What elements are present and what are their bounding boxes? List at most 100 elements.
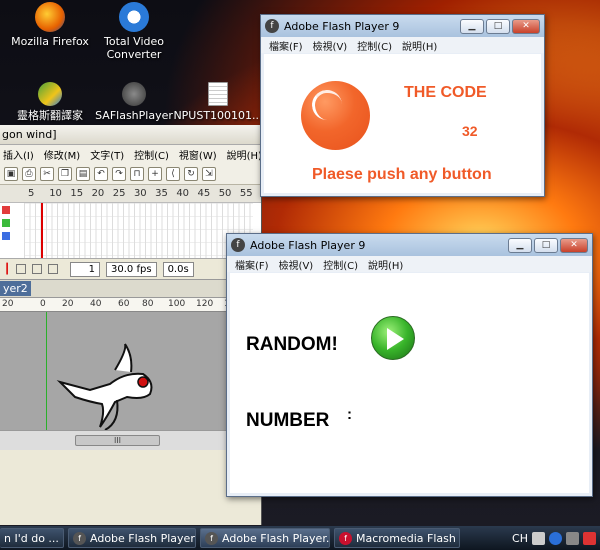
scrollbar-thumb[interactable]: III: [75, 435, 160, 446]
menu-insert[interactable]: 插入(I): [0, 147, 37, 162]
menu-help[interactable]: 說明(H): [368, 257, 403, 272]
system-tray: CH: [512, 531, 600, 545]
orange-ball-button[interactable]: [301, 81, 370, 150]
desktop-icon-total-video-converter[interactable]: Total Video Converter: [86, 2, 182, 61]
desktop-icon-label: Total Video Converter: [103, 35, 164, 61]
rotate-icon[interactable]: ↻: [184, 166, 198, 181]
scale-icon[interactable]: ⇲: [202, 166, 216, 181]
maximize-button[interactable]: □: [486, 18, 510, 34]
taskbar-item[interactable]: n I'd do ...: [0, 528, 64, 548]
taskbar-item-label: n I'd do ...: [4, 531, 59, 545]
menu-view[interactable]: 檢視(V): [313, 38, 348, 53]
stage[interactable]: III: [0, 312, 261, 450]
keyboard-icon[interactable]: [532, 531, 545, 545]
number-separator: :: [347, 406, 352, 423]
minimize-button[interactable]: ▁: [508, 237, 532, 253]
window-title: Adobe Flash Player 9: [250, 238, 366, 252]
desktop-icon-label: NPUST100101...: [173, 109, 263, 122]
timeline-tick: 45: [197, 188, 211, 199]
minimize-button[interactable]: ▁: [460, 18, 484, 34]
print-icon[interactable]: ⎙: [22, 166, 36, 181]
close-button[interactable]: ✕: [560, 237, 588, 253]
menu-control[interactable]: 控制(C): [131, 147, 172, 162]
flash-content: RANDOM! NUMBER :: [230, 273, 589, 493]
elapsed-time: 0.0s: [162, 261, 194, 277]
timeline-ruler: 5 10 15 20 25 30 35 40 45 50 55: [0, 185, 261, 203]
code-value: 32: [462, 123, 478, 139]
layer-marker[interactable]: [2, 206, 10, 214]
layer-marker[interactable]: [2, 232, 10, 240]
playhead-icon: ┃: [4, 263, 11, 275]
timeline-tick: 40: [176, 188, 190, 199]
flash-player-icon: f: [205, 531, 218, 545]
desktop-icon-saflashplayer[interactable]: SAFlashPlayer: [86, 82, 182, 122]
menu-view[interactable]: 檢視(V): [279, 257, 314, 272]
copy-icon[interactable]: ❐: [58, 166, 72, 181]
save-icon[interactable]: ▣: [4, 166, 18, 181]
menu-text[interactable]: 文字(T): [87, 147, 127, 162]
macromedia-flash-icon: f: [339, 531, 352, 545]
menu-file[interactable]: 檔案(F): [269, 38, 303, 53]
play-button[interactable]: [371, 316, 415, 360]
dragon-character[interactable]: [55, 342, 175, 432]
desktop-icon-lingoes[interactable]: 靈格斯翻譯家: [2, 82, 98, 122]
snap-icon[interactable]: ⊓: [130, 166, 144, 181]
language-indicator[interactable]: CH: [512, 532, 528, 545]
menu-window[interactable]: 視窗(W): [176, 147, 220, 162]
toolbar: ▣ ⎙ ✂ ❐ ▤ ↶ ↷ ⊓ + ⟨ ↻ ⇲: [0, 163, 261, 185]
menu-modify[interactable]: 修改(M): [41, 147, 83, 162]
taskbar-item-flash-player[interactable]: f Adobe Flash Player...: [68, 528, 196, 548]
ruler-tick: 80: [142, 299, 154, 309]
taskbar-item-macromedia-flash[interactable]: f Macromedia Flash ...: [334, 528, 460, 548]
ruler-tick: 100: [168, 299, 186, 309]
menu-help[interactable]: 說明(H): [224, 147, 261, 162]
flash-logo-icon: f: [265, 19, 279, 33]
prompt-text: Plaese push any button: [312, 166, 492, 183]
flash-player-window-code: f Adobe Flash Player 9 ▁ □ ✕ 檔案(F) 檢視(V)…: [260, 14, 545, 197]
menu-help[interactable]: 說明(H): [402, 38, 437, 53]
close-button[interactable]: ✕: [512, 18, 540, 34]
scene-name[interactable]: yer2: [0, 281, 31, 296]
stage-ruler: 20 0 20 40 60 80 100 120 140: [0, 298, 261, 312]
timeline-tick: 15: [70, 188, 84, 199]
timeline-tick: 10: [49, 188, 62, 199]
timeline-tick: 20: [91, 188, 105, 199]
code-label: THE CODE: [404, 84, 487, 101]
desktop-icon-npust-document[interactable]: NPUST100101...: [170, 82, 266, 122]
menu-control[interactable]: 控制(C): [323, 257, 358, 272]
scene-bar: yer2: [0, 280, 261, 298]
random-label: RANDOM!: [246, 334, 338, 355]
undo-icon[interactable]: ↶: [94, 166, 108, 181]
desktop-icon-firefox[interactable]: Mozilla Firefox: [2, 2, 98, 48]
frame-rate[interactable]: 30.0 fps: [106, 261, 157, 277]
edit-frames-icon[interactable]: [48, 264, 59, 274]
help-icon[interactable]: [549, 531, 562, 545]
cut-icon[interactable]: ✂: [40, 166, 54, 181]
straighten-icon[interactable]: ⟨: [166, 166, 180, 181]
title-bar[interactable]: f Adobe Flash Player 9 ▁ □ ✕: [227, 234, 592, 256]
menu-file[interactable]: 檔案(F): [235, 257, 269, 272]
ruler-tick: 0: [40, 299, 46, 309]
ruler-tick: 120: [196, 299, 214, 309]
stage-scrollbar[interactable]: III: [0, 430, 261, 450]
taskbar-item-label: Adobe Flash Player...: [222, 531, 330, 545]
menu-control[interactable]: 控制(C): [357, 38, 392, 53]
paste-icon[interactable]: ▤: [76, 166, 90, 181]
onion-skin-icon[interactable]: [16, 264, 27, 274]
title-bar[interactable]: f Adobe Flash Player 9 ▁ □ ✕: [261, 15, 544, 37]
timeline-frames[interactable]: [24, 203, 253, 278]
notification-icon[interactable]: [583, 531, 596, 545]
settings-icon[interactable]: [566, 531, 579, 545]
onion-skin-outline-icon[interactable]: [32, 264, 43, 274]
ruler-tick: 60: [118, 299, 130, 309]
timeline-tick: 25: [112, 188, 126, 199]
maximize-button[interactable]: □: [534, 237, 558, 253]
redo-icon[interactable]: ↷: [112, 166, 126, 181]
layer-markers: [0, 203, 12, 245]
smooth-icon[interactable]: +: [148, 166, 162, 181]
layer-marker[interactable]: [2, 219, 10, 227]
ruler-tick: 20: [2, 299, 14, 309]
taskbar-item-flash-player-active[interactable]: f Adobe Flash Player...: [200, 528, 330, 548]
timeline-tick: 35: [155, 188, 168, 199]
timeline-tick: 50: [218, 188, 232, 199]
